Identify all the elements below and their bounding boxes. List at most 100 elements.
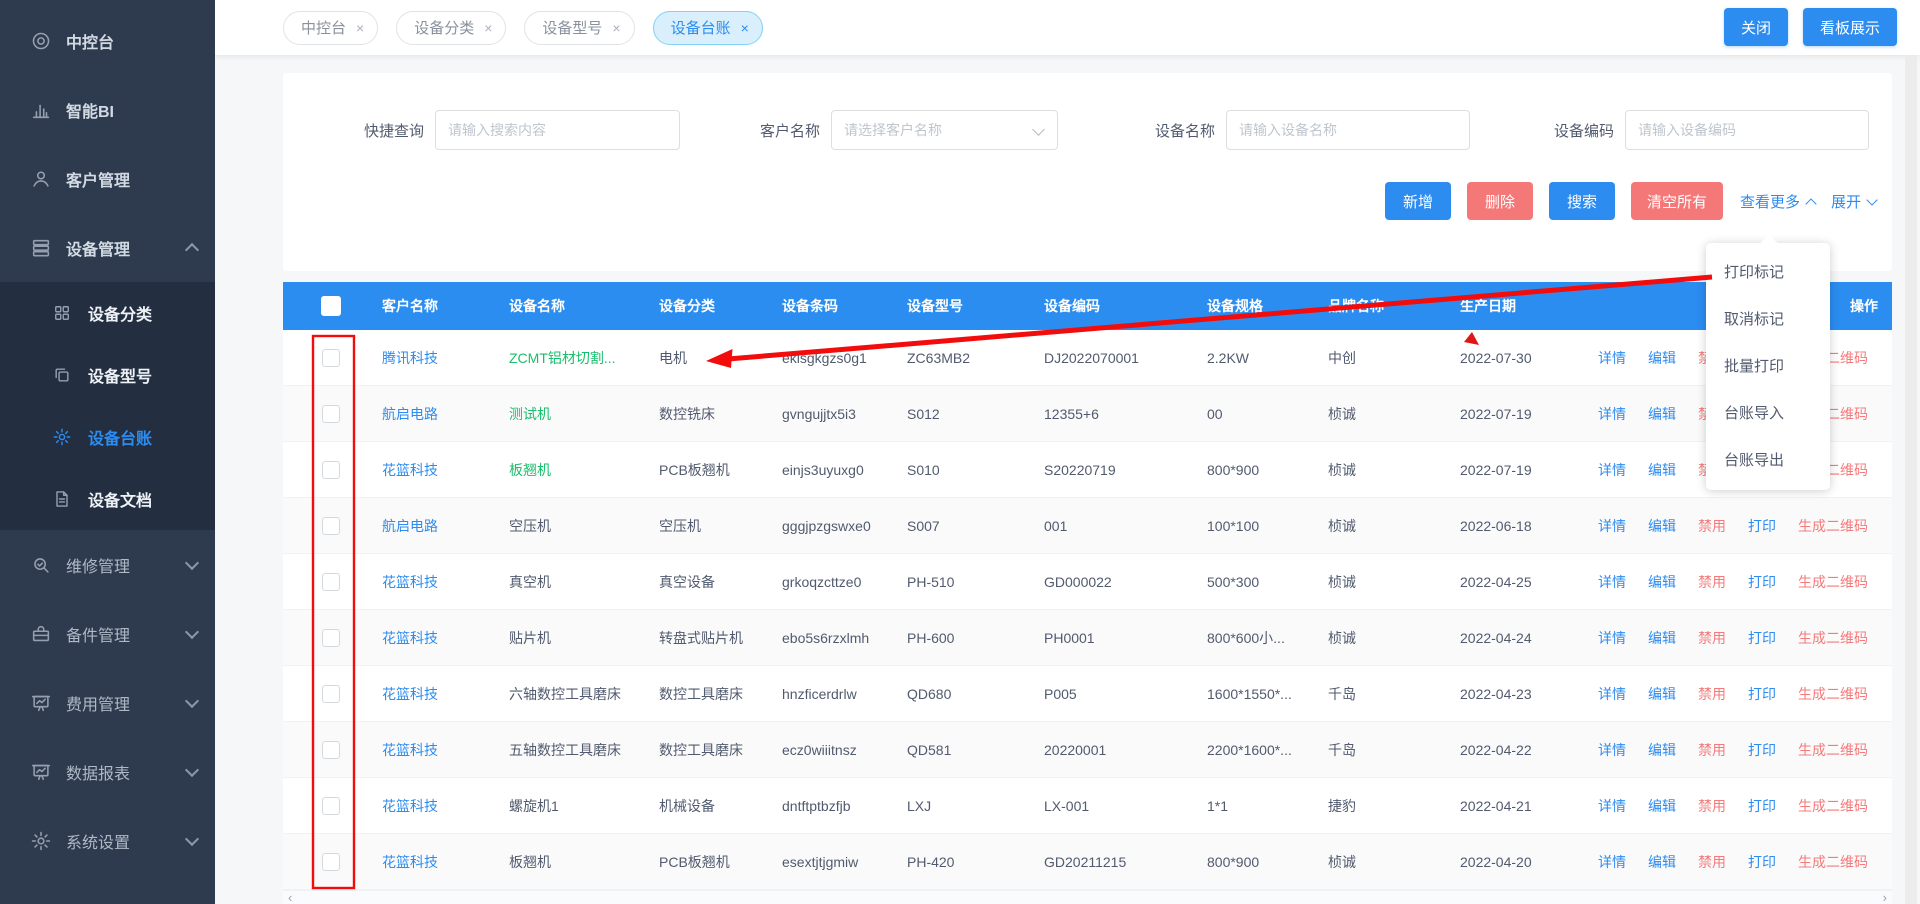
detail-link[interactable]: 详情 — [1598, 572, 1626, 592]
edit-link[interactable]: 编辑 — [1648, 572, 1676, 592]
row-checkbox[interactable] — [322, 349, 340, 367]
disable-link[interactable]: 禁用 — [1698, 572, 1726, 592]
edit-link[interactable]: 编辑 — [1648, 460, 1676, 480]
customer-name-select[interactable]: 请选择客户名称 — [831, 110, 1058, 150]
detail-link[interactable]: 详情 — [1598, 684, 1626, 704]
detail-link[interactable]: 详情 — [1598, 740, 1626, 760]
sidebar-item-customer-mgmt[interactable]: 客户管理 — [0, 144, 215, 213]
edit-link[interactable]: 编辑 — [1648, 684, 1676, 704]
edit-link[interactable]: 编辑 — [1648, 852, 1676, 872]
dropdown-item-ledger-import[interactable]: 台账导入 — [1706, 390, 1830, 437]
detail-link[interactable]: 详情 — [1598, 796, 1626, 816]
vertical-scrollbar[interactable] — [1905, 56, 1917, 904]
disable-link[interactable]: 禁用 — [1698, 628, 1726, 648]
clear-all-button[interactable]: 清空所有 — [1631, 182, 1723, 220]
row-checkbox[interactable] — [322, 853, 340, 871]
expand-link[interactable]: 展开 — [1831, 191, 1876, 212]
tab-device-model[interactable]: 设备型号× — [524, 11, 634, 45]
sidebar-item-repair-mgmt[interactable]: 维修管理 — [0, 530, 215, 599]
close-tab-icon[interactable]: × — [612, 20, 620, 36]
dropdown-item-print-mark[interactable]: 打印标记 — [1706, 249, 1830, 296]
edit-link[interactable]: 编辑 — [1648, 796, 1676, 816]
board-display-button[interactable]: 看板展示 — [1803, 8, 1897, 46]
cell-customer[interactable]: 花篮科技 — [378, 740, 505, 760]
detail-link[interactable]: 详情 — [1598, 628, 1626, 648]
edit-link[interactable]: 编辑 — [1648, 404, 1676, 424]
cell-customer[interactable]: 花篮科技 — [378, 796, 505, 816]
generate-qrcode-link[interactable]: 生成二维码 — [1798, 796, 1868, 816]
dropdown-item-ledger-export[interactable]: 台账导出 — [1706, 437, 1830, 484]
generate-qrcode-link[interactable]: 生成二维码 — [1798, 628, 1868, 648]
device-code-input[interactable] — [1625, 110, 1869, 150]
row-checkbox[interactable] — [322, 573, 340, 591]
generate-qrcode-link[interactable]: 生成二维码 — [1798, 516, 1868, 536]
edit-link[interactable]: 编辑 — [1648, 516, 1676, 536]
print-link[interactable]: 打印 — [1748, 516, 1776, 536]
horizontal-scrollbar[interactable]: ‹ › — [283, 890, 1892, 904]
detail-link[interactable]: 详情 — [1598, 852, 1626, 872]
print-link[interactable]: 打印 — [1748, 572, 1776, 592]
sidebar-item-system-settings[interactable]: 系统设置 — [0, 806, 215, 875]
disable-link[interactable]: 禁用 — [1698, 740, 1726, 760]
tab-console[interactable]: 中控台× — [283, 11, 378, 45]
sidebar-item-device-mgmt[interactable]: 设备管理 — [0, 213, 215, 282]
disable-link[interactable]: 禁用 — [1698, 516, 1726, 536]
scroll-left-icon[interactable]: ‹ — [288, 890, 292, 904]
quick-search-input[interactable] — [435, 110, 680, 150]
close-tab-icon[interactable]: × — [484, 20, 492, 36]
cell-customer[interactable]: 花篮科技 — [378, 572, 505, 592]
print-link[interactable]: 打印 — [1748, 740, 1776, 760]
edit-link[interactable]: 编辑 — [1648, 348, 1676, 368]
close-button[interactable]: 关闭 — [1724, 8, 1788, 46]
cell-customer[interactable]: 花篮科技 — [378, 628, 505, 648]
generate-qrcode-link[interactable]: 生成二维码 — [1798, 684, 1868, 704]
sidebar-item-device-category[interactable]: 设备分类 — [0, 282, 215, 344]
cell-customer[interactable]: 花篮科技 — [378, 852, 505, 872]
cell-customer[interactable]: 花篮科技 — [378, 460, 505, 480]
generate-qrcode-link[interactable]: 生成二维码 — [1798, 852, 1868, 872]
edit-link[interactable]: 编辑 — [1648, 628, 1676, 648]
edit-link[interactable]: 编辑 — [1648, 740, 1676, 760]
sidebar-item-console[interactable]: 中控台 — [0, 6, 215, 75]
close-tab-icon[interactable]: × — [356, 20, 364, 36]
cell-customer[interactable]: 航启电路 — [378, 404, 505, 424]
device-name-input[interactable] — [1226, 110, 1470, 150]
print-link[interactable]: 打印 — [1748, 796, 1776, 816]
generate-qrcode-link[interactable]: 生成二维码 — [1798, 572, 1868, 592]
sidebar-item-spare-parts-mgmt[interactable]: 备件管理 — [0, 599, 215, 668]
row-checkbox[interactable] — [322, 685, 340, 703]
row-checkbox[interactable] — [322, 517, 340, 535]
row-checkbox[interactable] — [322, 741, 340, 759]
scroll-right-icon[interactable]: › — [1883, 890, 1887, 904]
dropdown-item-cancel-mark[interactable]: 取消标记 — [1706, 296, 1830, 343]
generate-qrcode-link[interactable]: 生成二维码 — [1798, 740, 1868, 760]
print-link[interactable]: 打印 — [1748, 628, 1776, 648]
add-button[interactable]: 新增 — [1385, 182, 1451, 220]
print-link[interactable]: 打印 — [1748, 684, 1776, 704]
cell-customer[interactable]: 花篮科技 — [378, 684, 505, 704]
delete-button[interactable]: 删除 — [1467, 182, 1533, 220]
row-checkbox[interactable] — [322, 461, 340, 479]
detail-link[interactable]: 详情 — [1598, 348, 1626, 368]
sidebar-item-device-ledger[interactable]: 设备台账 — [0, 406, 215, 468]
disable-link[interactable]: 禁用 — [1698, 684, 1726, 704]
disable-link[interactable]: 禁用 — [1698, 852, 1726, 872]
sidebar-item-device-docs[interactable]: 设备文档 — [0, 468, 215, 530]
detail-link[interactable]: 详情 — [1598, 404, 1626, 424]
cell-customer[interactable]: 航启电路 — [378, 516, 505, 536]
close-tab-icon[interactable]: × — [741, 20, 749, 36]
disable-link[interactable]: 禁用 — [1698, 796, 1726, 816]
sidebar-item-cost-mgmt[interactable]: 费用管理 — [0, 668, 215, 737]
cell-customer[interactable]: 腾讯科技 — [378, 348, 505, 368]
select-all-checkbox[interactable] — [321, 296, 341, 316]
row-checkbox[interactable] — [322, 405, 340, 423]
view-more-link[interactable]: 查看更多 — [1740, 191, 1815, 212]
search-button[interactable]: 搜索 — [1549, 182, 1615, 220]
sidebar-item-device-model[interactable]: 设备型号 — [0, 344, 215, 406]
print-link[interactable]: 打印 — [1748, 852, 1776, 872]
detail-link[interactable]: 详情 — [1598, 516, 1626, 536]
row-checkbox[interactable] — [322, 629, 340, 647]
row-checkbox[interactable] — [322, 797, 340, 815]
detail-link[interactable]: 详情 — [1598, 460, 1626, 480]
tab-device-category[interactable]: 设备分类× — [396, 11, 506, 45]
